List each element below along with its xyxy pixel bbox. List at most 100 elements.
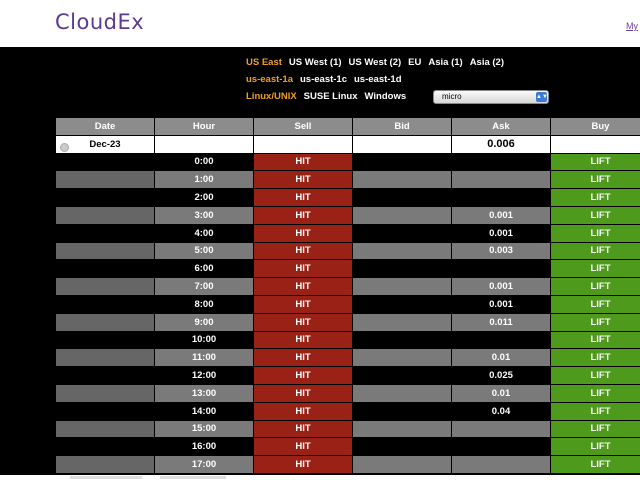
buy-lift-button[interactable]: LIFT [550,419,640,439]
bid-cell [352,223,452,243]
hour-cell: 5:00 [154,241,254,261]
my-account-link[interactable]: My [626,21,638,31]
date-cell[interactable]: Dec-23 [55,134,155,154]
buy-lift-button[interactable]: LIFT [550,348,640,368]
sell-hit-button[interactable]: HIT [253,366,353,385]
buy-lift-button[interactable]: LIFT [550,312,640,332]
bid-cell [352,437,452,457]
ask-cell: 0.011 [451,312,551,332]
scrollbar-thumb-secondary[interactable] [160,476,226,479]
date-cell [55,366,155,385]
table-row: 4:00 HIT 0.001 LIFT [55,223,640,243]
sell-hit-button[interactable]: HIT [253,188,353,207]
buy-lift-button[interactable]: LIFT [550,437,640,457]
hour-cell: 0:00 [154,152,254,172]
sell-hit-button[interactable]: HIT [253,294,353,314]
buy-lift-button[interactable]: LIFT [550,259,640,279]
app-logo[interactable]: CloudEx [55,10,144,34]
region-option-eu[interactable]: EU [408,57,421,68]
sell-hit-button[interactable]: HIT [253,330,353,350]
zone-option-us-east-1c[interactable]: us-east-1c [300,74,347,85]
buy-lift-button[interactable]: LIFT [550,383,640,403]
hour-cell: 16:00 [154,437,254,457]
ask-cell: 0.04 [451,401,551,421]
hour-cell: 3:00 [154,205,254,225]
bid-cell [352,419,452,439]
table-row: 15:00 HIT LIFT [55,419,640,439]
instance-type-select[interactable]: micro ▲▼ [433,90,549,104]
date-cell [55,152,155,172]
buy-lift-button[interactable]: LIFT [550,455,640,474]
price-table: Date Hour Sell Bid Ask Buy Dec-23 0.006 … [55,117,640,474]
buy-lift-button[interactable]: LIFT [550,170,640,190]
hour-cell: 8:00 [154,294,254,314]
region-option-asia-2[interactable]: Asia (2) [470,57,504,68]
scrollbar-thumb[interactable] [70,476,142,479]
ask-cell [451,437,551,457]
column-header-hour[interactable]: Hour [154,117,254,136]
buy-lift-button[interactable]: LIFT [550,241,640,261]
buy-lift-button[interactable]: LIFT [550,205,640,225]
column-header-buy[interactable]: Buy [550,117,640,136]
hour-cell: 15:00 [154,419,254,439]
zone-option-us-east-1a[interactable]: us-east-1a [246,74,293,85]
buy-lift-button[interactable]: LIFT [550,188,640,207]
buy-lift-button[interactable]: LIFT [550,152,640,172]
date-cell [55,330,155,350]
collapse-toggle-icon[interactable] [60,142,69,152]
sell-hit-button[interactable]: HIT [253,312,353,332]
buy-lift-button[interactable]: LIFT [550,330,640,350]
sell-hit-button[interactable]: HIT [253,259,353,279]
table-row: 14:00 HIT 0.04 LIFT [55,401,640,421]
bid-cell [352,366,452,385]
column-header-bid[interactable]: Bid [352,117,452,136]
sell-hit-button[interactable]: HIT [253,205,353,225]
date-cell [55,188,155,207]
ask-cell: 0.001 [451,277,551,296]
ask-cell [451,152,551,172]
sell-hit-button[interactable]: HIT [253,455,353,474]
sell-hit-button[interactable]: HIT [253,383,353,403]
region-filter-row: US East US West (1) US West (2) EU Asia (1) A… [246,57,511,74]
region-option-asia-1[interactable]: Asia (1) [428,57,462,68]
os-option-suse-linux[interactable]: SUSE Linux [304,91,358,102]
hour-cell: 12:00 [154,366,254,385]
ask-cell [451,455,551,474]
buy-lift-button[interactable]: LIFT [550,223,640,243]
buy-lift-button[interactable]: LIFT [550,401,640,421]
table-row: 0:00 HIT LIFT [55,152,640,172]
ask-cell: 0.003 [451,241,551,261]
date-cell [55,170,155,190]
os-option-windows[interactable]: Windows [365,91,407,102]
table-row: 13:00 HIT 0.01 LIFT [55,383,640,403]
sell-hit-button[interactable]: HIT [253,241,353,261]
zone-option-us-east-1d[interactable]: us-east-1d [354,74,402,85]
region-option-us-west-2[interactable]: US West (2) [349,57,402,68]
sell-hit-button[interactable]: HIT [253,170,353,190]
sell-hit-button[interactable]: HIT [253,401,353,421]
sell-hit-button[interactable]: HIT [253,223,353,243]
os-option-linux-unix[interactable]: Linux/UNIX [246,91,297,102]
table-row: 11:00 HIT 0.01 LIFT [55,348,640,368]
hour-cell: 1:00 [154,170,254,190]
date-sell-cell [253,134,353,154]
buy-lift-button[interactable]: LIFT [550,277,640,296]
sell-hit-button[interactable]: HIT [253,152,353,172]
bid-cell [352,401,452,421]
region-option-us-east[interactable]: US East [246,57,282,68]
sell-hit-button[interactable]: HIT [253,419,353,439]
buy-lift-button[interactable]: LIFT [550,366,640,385]
ask-cell [451,259,551,279]
column-header-ask[interactable]: Ask [451,117,551,136]
region-option-us-west-1[interactable]: US West (1) [289,57,342,68]
table-row: 8:00 HIT 0.001 LIFT [55,294,640,314]
column-header-sell[interactable]: Sell [253,117,353,136]
date-cell [55,277,155,296]
buy-lift-button[interactable]: LIFT [550,294,640,314]
date-cell [55,383,155,403]
sell-hit-button[interactable]: HIT [253,277,353,296]
sell-hit-button[interactable]: HIT [253,437,353,457]
hour-cell: 14:00 [154,401,254,421]
sell-hit-button[interactable]: HIT [253,348,353,368]
column-header-date[interactable]: Date [55,117,155,136]
